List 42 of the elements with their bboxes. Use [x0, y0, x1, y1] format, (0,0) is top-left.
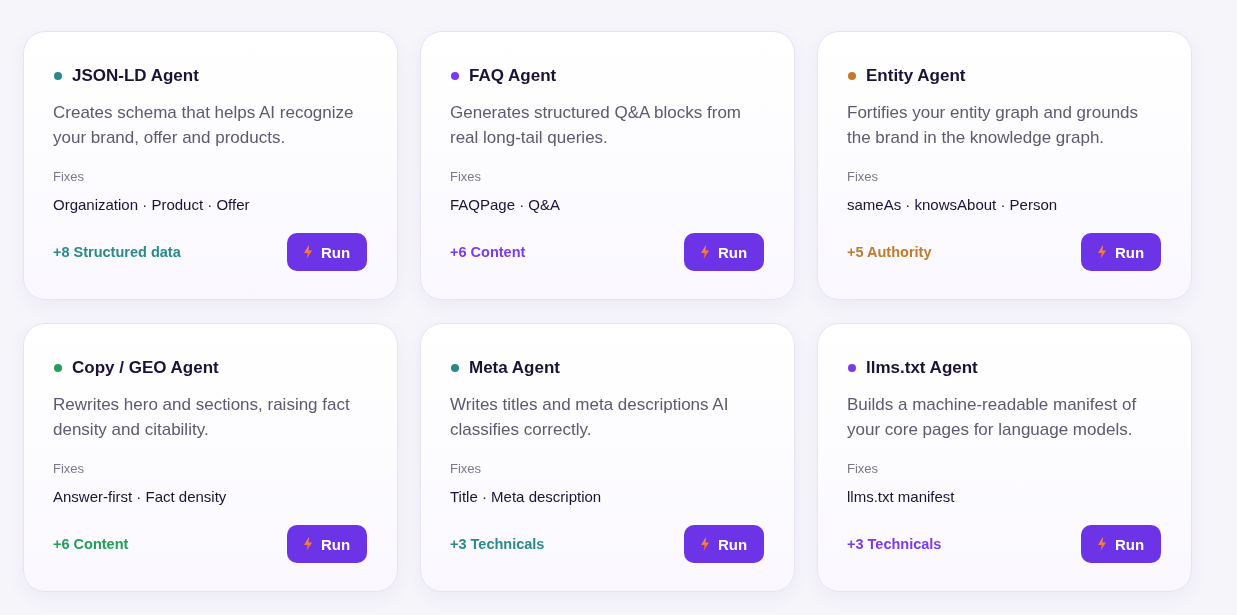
lightning-icon: [1097, 537, 1106, 551]
fixes-list: Title · Meta description: [450, 488, 764, 506]
run-button[interactable]: Run: [1081, 525, 1161, 563]
fixes-label: Fixes: [847, 461, 880, 477]
run-button[interactable]: Run: [684, 233, 764, 271]
run-button[interactable]: Run: [1081, 233, 1161, 271]
agent-description: Rewrites hero and sections, raising fact density and citability.: [53, 394, 351, 441]
agent-title: Meta Agent: [469, 358, 560, 378]
agent-description: Builds a machine-readable manifest of your core pages for language models.: [847, 394, 1138, 441]
run-button[interactable]: Run: [684, 525, 764, 563]
lightning-icon: [700, 245, 709, 259]
run-button[interactable]: Run: [287, 525, 367, 563]
agent-description: Generates structured Q&A blocks from real long-tail queries.: [450, 102, 742, 149]
lightning-icon: [303, 245, 312, 259]
fixes-list: Answer-first · Fact density: [53, 488, 367, 506]
fixes-list: sameAs · knowsAbout · Person: [847, 196, 1161, 214]
lightning-icon: [1097, 245, 1106, 259]
run-button[interactable]: Run: [287, 233, 367, 271]
fixes-label: Fixes: [53, 169, 86, 185]
impact-label: +5 Authority: [847, 244, 932, 260]
agent-title: Entity Agent: [866, 66, 966, 86]
fixes-label: Fixes: [450, 461, 483, 477]
fixes-label: Fixes: [847, 169, 880, 185]
agent-title: JSON-LD Agent: [72, 66, 199, 86]
agent-description: Fortifies your entity graph and grounds the brand in the knowledge graph.: [847, 102, 1140, 149]
fixes-label: Fixes: [53, 461, 86, 477]
impact-label: +3 Technicals: [450, 536, 545, 552]
agent-title: llms.txt Agent: [866, 358, 978, 378]
impact-label: +6 Content: [53, 536, 129, 552]
lightning-icon: [303, 537, 312, 551]
impact-label: +6 Content: [450, 244, 526, 260]
fixes-list: FAQPage · Q&A: [450, 196, 764, 214]
agent-title: Copy / GEO Agent: [72, 358, 219, 378]
fixes-label: Fixes: [450, 169, 483, 185]
agent-description: Writes titles and meta descriptions AI classifies correctly.: [450, 394, 730, 441]
lightning-icon: [700, 537, 709, 551]
agent-title: FAQ Agent: [469, 66, 557, 86]
fixes-list: Organization · Product · Offer: [53, 196, 367, 214]
impact-label: +8 Structured data: [53, 244, 181, 260]
agent-description: Creates schema that helps AI recognize your brand, offer and products.: [53, 102, 355, 149]
fixes-list: llms.txt manifest: [847, 488, 1161, 506]
impact-label: +3 Technicals: [847, 536, 942, 552]
